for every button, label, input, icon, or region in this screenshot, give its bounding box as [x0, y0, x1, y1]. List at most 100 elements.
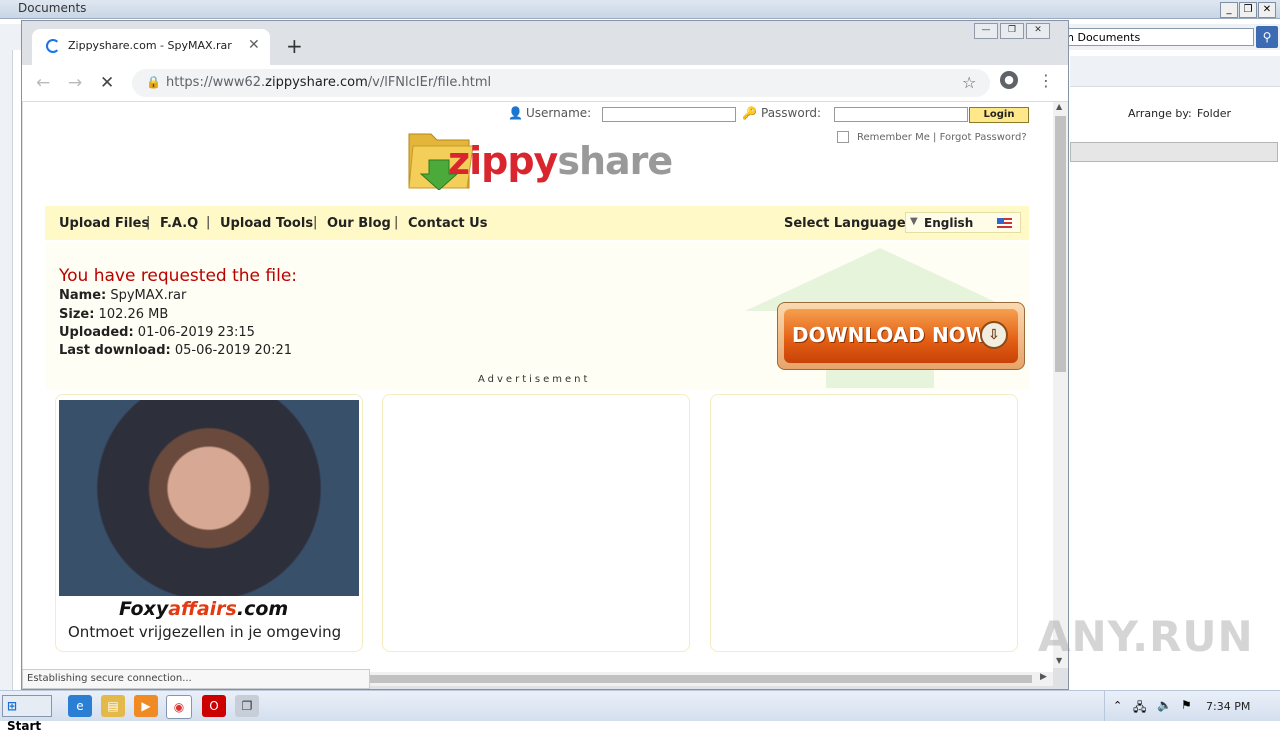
download-button-face: DOWNLOAD NOW ⇩ — [784, 309, 1018, 363]
nav-upload-files[interactable]: Upload Files — [59, 216, 149, 231]
browser-toolbar: ← → ✕ 🔒 https://www62.zippyshare.com/v/l… — [22, 65, 1068, 102]
browser-close-button[interactable]: ✕ — [1026, 23, 1050, 39]
key-icon: 🔑 — [742, 106, 757, 120]
explorer-toolbar — [1070, 56, 1280, 87]
scroll-up-arrow-icon[interactable]: ▲ — [1056, 102, 1062, 111]
language-select[interactable]: ▼ English — [905, 212, 1021, 233]
taskbar-clock[interactable]: 7:34 PM — [1206, 700, 1250, 713]
web-page: 👤 Username: 🔑 Password: Login Remember M… — [23, 102, 1053, 678]
browser-window: Zippyshare.com - SpyMAX.rar ✕ + — ❐ ✕ ← → … — [21, 20, 1069, 690]
main-nav: Upload Files | F.A.Q | Upload Tools | Ou… — [45, 206, 1029, 240]
status-bubble: Establishing secure connection... — [22, 669, 370, 689]
loading-spinner-icon — [46, 39, 60, 53]
browser-minimize-button[interactable]: — — [974, 23, 998, 39]
explorer-search-input[interactable]: h Documents — [1062, 28, 1254, 46]
kebab-menu-icon[interactable]: ⋮ — [1038, 71, 1054, 90]
explorer-titlebar — [0, 0, 1280, 19]
file-last-download-row: Last download: 05-06-2019 20:21 — [59, 343, 292, 358]
file-size: 102.26 MB — [98, 307, 169, 322]
requested-file-heading: You have requested the file: — [59, 266, 298, 286]
stop-loading-icon[interactable]: ✕ — [100, 73, 114, 93]
nav-separator: | — [146, 215, 151, 230]
arrange-by-select[interactable]: Folder — [1197, 107, 1231, 120]
window-switcher-icon[interactable]: ❐ — [235, 695, 259, 717]
anyrun-watermark: ANY.RUN — [1038, 612, 1254, 661]
download-now-button[interactable]: DOWNLOAD NOW ⇩ — [777, 302, 1025, 370]
remember-me-label: Remember Me — [857, 132, 930, 143]
remember-row: Remember Me | Forgot Password? — [837, 131, 1027, 143]
back-arrow-icon[interactable]: ← — [36, 73, 50, 93]
logo-wordmark: zippyshare — [448, 139, 673, 183]
arrange-by-label: Arrange by: — [1128, 107, 1192, 120]
dropdown-arrow-icon: ▼ — [910, 216, 918, 227]
password-input[interactable] — [834, 107, 968, 122]
action-center-flag-icon[interactable]: ⚑ — [1181, 698, 1192, 712]
media-player-icon[interactable]: ▶ — [134, 695, 158, 717]
file-name: SpyMAX.rar — [110, 288, 187, 303]
login-button[interactable]: Login — [969, 107, 1029, 123]
internet-explorer-icon[interactable]: e — [68, 695, 92, 717]
vertical-scroll-thumb[interactable] — [1055, 116, 1066, 372]
browser-window-controls: — ❐ ✕ — [972, 21, 1050, 39]
volume-icon[interactable]: 🔈 — [1157, 698, 1172, 712]
nav-separator: | — [313, 215, 318, 230]
nav-our-blog[interactable]: Our Blog — [327, 216, 391, 231]
start-button[interactable]: ⊞ Start — [2, 695, 52, 733]
chrome-icon[interactable]: ◉ — [166, 695, 192, 719]
tab-title: Zippyshare.com - SpyMAX.rar — [68, 39, 232, 52]
nav-separator: | — [206, 215, 211, 230]
file-explorer-icon[interactable]: ▤ — [101, 695, 125, 717]
explorer-nav-pane — [0, 50, 13, 690]
download-arrow-icon: ⇩ — [980, 321, 1008, 349]
search-icon[interactable]: ⚲ — [1256, 26, 1278, 48]
browser-tab[interactable]: Zippyshare.com - SpyMAX.rar ✕ — [32, 29, 270, 65]
ad-slot-2[interactable] — [382, 394, 690, 652]
language-value: English — [924, 216, 974, 230]
address-bar[interactable]: 🔒 https://www62.zippyshare.com/v/lFNlcIE… — [132, 69, 990, 97]
start-label: Start — [7, 719, 42, 733]
bookmark-star-icon[interactable]: ☆ — [962, 73, 976, 92]
language-label: Select Language: — [784, 216, 911, 231]
vertical-scrollbar[interactable]: ▲ ▼ — [1053, 102, 1068, 668]
horizontal-scroll-thumb[interactable] — [370, 675, 1032, 683]
us-flag-icon — [997, 218, 1012, 228]
horizontal-scrollbar[interactable]: ▶ — [370, 672, 1053, 686]
minimize-button[interactable]: _ — [1220, 2, 1238, 18]
ad-tagline[interactable]: Ontmoet vrijgezellen in je omgeving — [68, 623, 341, 641]
nav-upload-tools[interactable]: Upload Tools — [220, 216, 313, 231]
file-name-row: Name: SpyMAX.rar — [59, 288, 187, 303]
nav-separator: | — [394, 215, 399, 230]
ad-slot-3[interactable] — [710, 394, 1018, 652]
windows-logo-icon: ⊞ — [7, 699, 18, 713]
close-button[interactable]: ✕ — [1258, 2, 1276, 18]
taskbar: ⊞ Start e ▤ ▶ ◉ O ❐ ⌃ 🖧 🔈 ⚑ 7:34 PM — [0, 690, 1280, 733]
file-uploaded: 01-06-2019 23:15 — [137, 325, 255, 340]
ad-photo-image[interactable] — [59, 400, 359, 596]
password-label: Password: — [761, 106, 822, 120]
network-icon[interactable]: 🖧 — [1133, 698, 1146, 719]
tray-expand-icon[interactable]: ⌃ — [1113, 699, 1122, 712]
restore-button[interactable]: ❐ — [1239, 2, 1257, 18]
tab-close-icon[interactable]: ✕ — [248, 37, 260, 53]
download-button-label: DOWNLOAD NOW — [792, 323, 988, 347]
forward-arrow-icon[interactable]: → — [68, 73, 82, 93]
lock-icon: 🔒 — [146, 75, 161, 89]
scroll-right-arrow-icon[interactable]: ▶ — [1040, 672, 1047, 682]
explorer-column-header[interactable] — [1070, 142, 1278, 162]
system-tray: ⌃ 🖧 🔈 ⚑ — [1104, 691, 1280, 721]
nav-faq[interactable]: F.A.Q — [160, 216, 198, 231]
advertisement-label: Advertisement — [478, 374, 591, 385]
browser-restore-button[interactable]: ❐ — [1000, 23, 1024, 39]
remember-me-checkbox[interactable] — [837, 131, 849, 143]
file-size-row: Size: 102.26 MB — [59, 307, 169, 322]
new-tab-button[interactable]: + — [286, 34, 303, 58]
forgot-password-link[interactable]: Forgot Password? — [940, 132, 1027, 143]
file-uploaded-row: Uploaded: 01-06-2019 23:15 — [59, 325, 255, 340]
explorer-title: Documents — [18, 1, 87, 15]
account-icon[interactable]: ● — [1000, 71, 1018, 89]
opera-icon[interactable]: O — [202, 695, 226, 717]
file-last-download: 05-06-2019 20:21 — [174, 343, 292, 358]
ad-brand-logo[interactable]: Foxyaffairs.com — [119, 598, 288, 620]
url-text[interactable]: https://www62.zippyshare.com/v/lFNlcIEr/… — [166, 75, 491, 90]
nav-contact-us[interactable]: Contact Us — [408, 216, 487, 231]
